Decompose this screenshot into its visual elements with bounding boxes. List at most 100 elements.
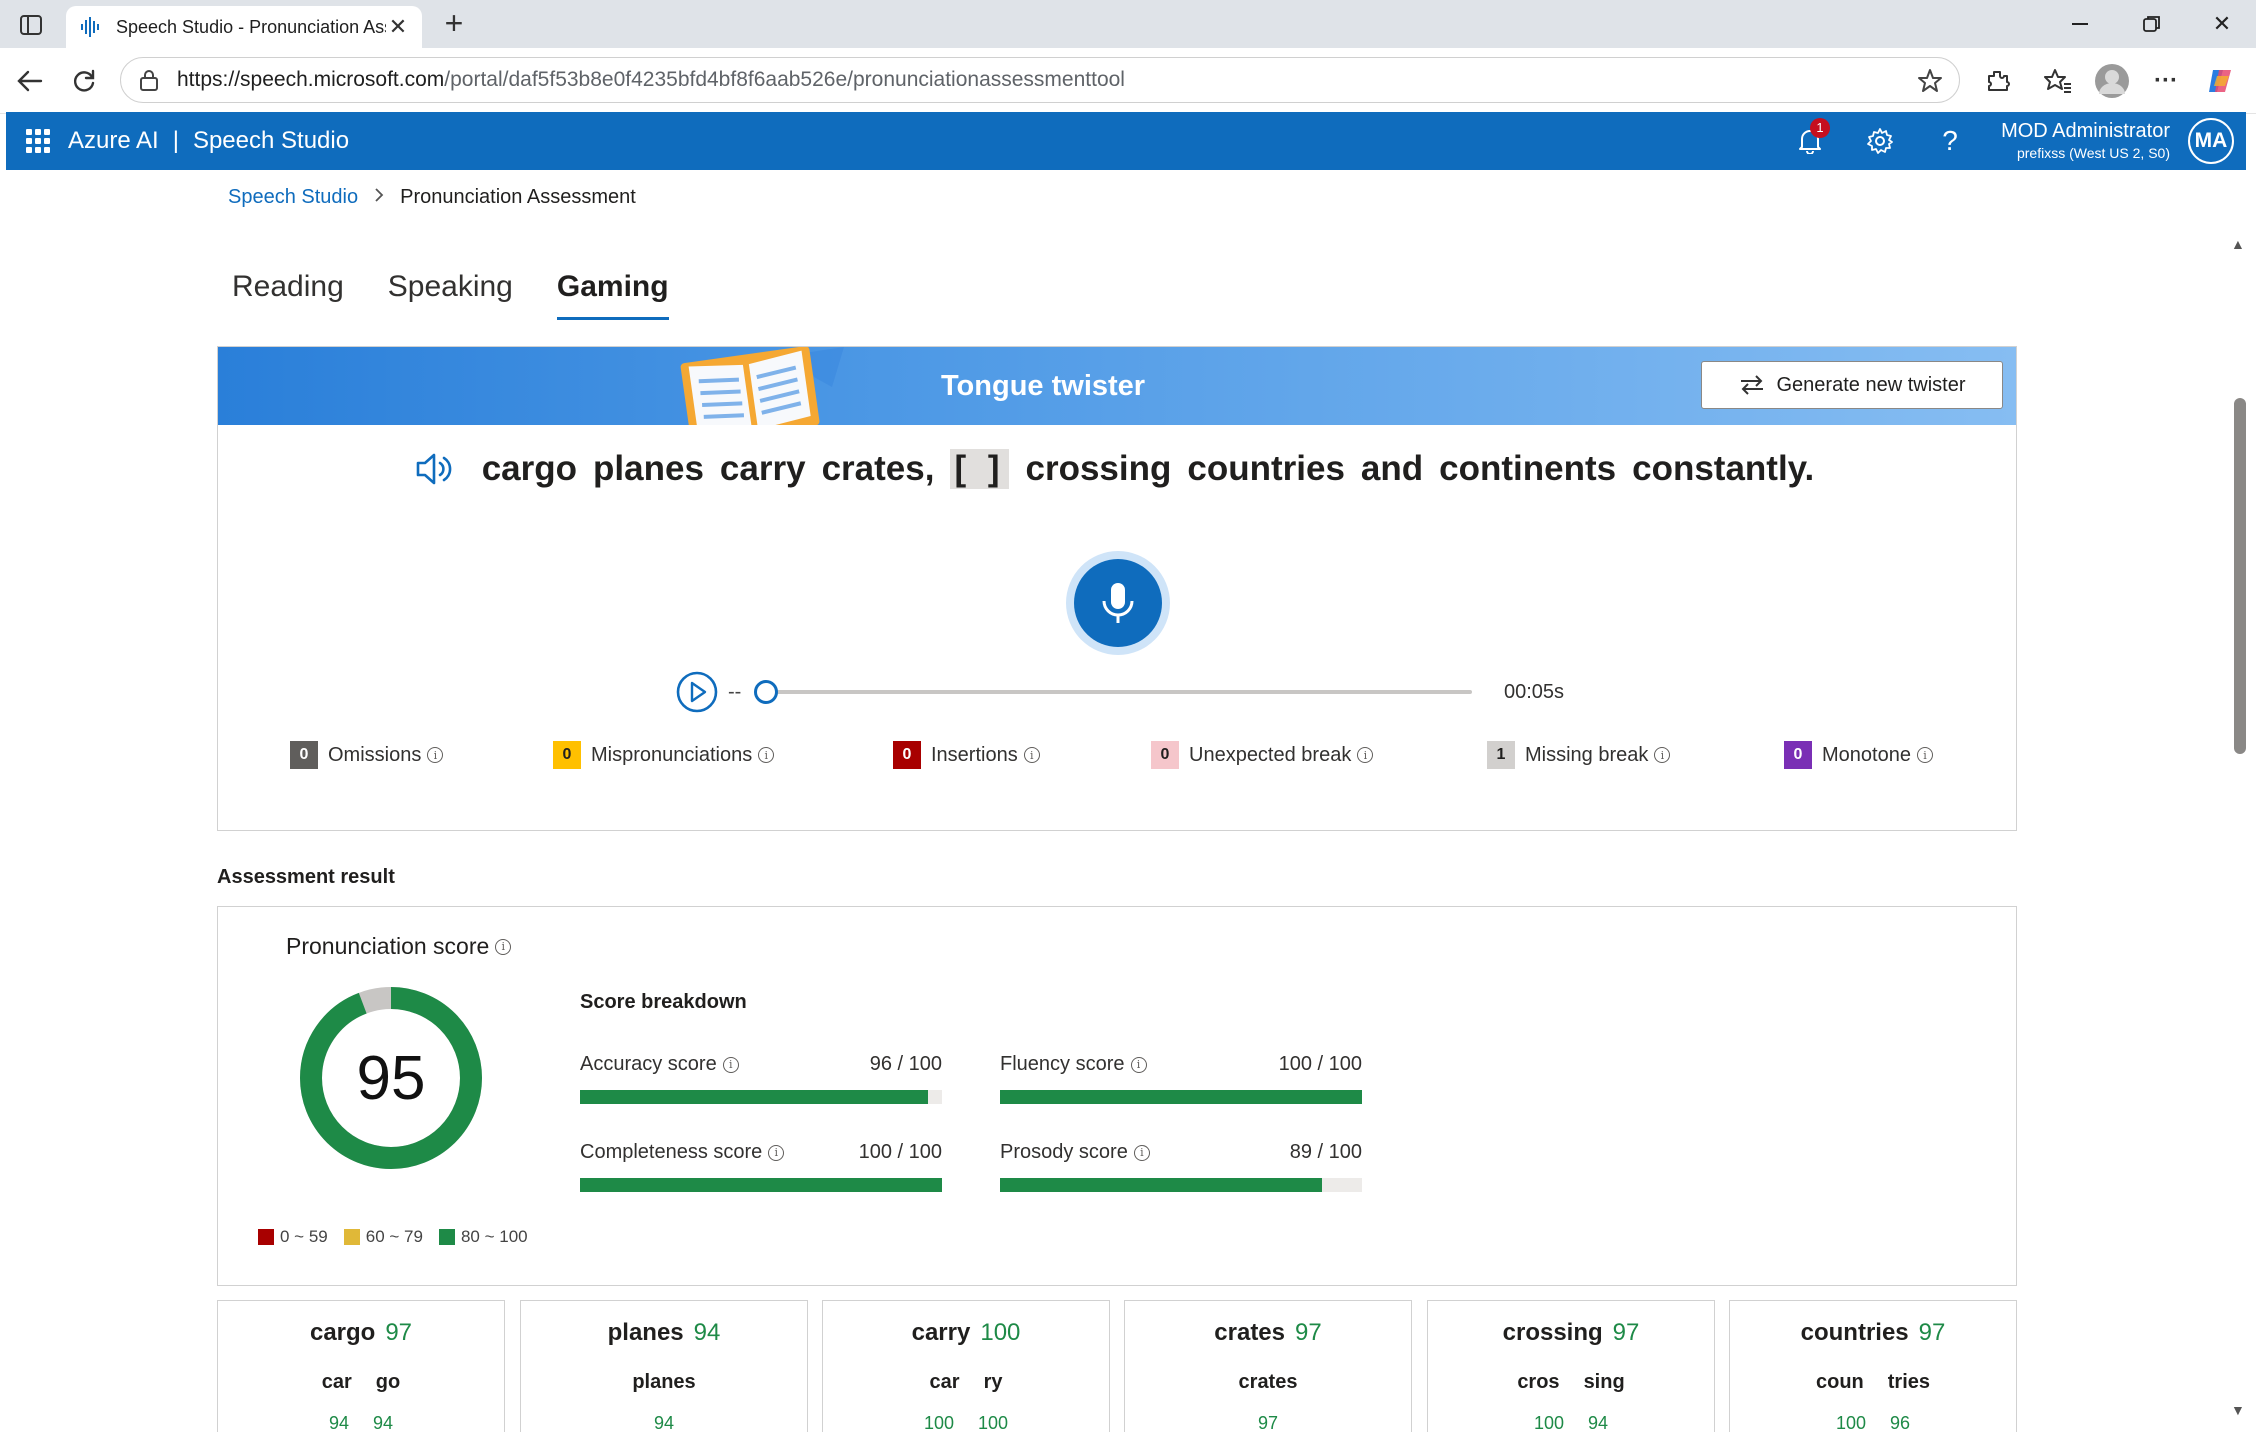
fluency-score: Fluency score i 100 / 100 [1000,1053,1362,1104]
breadcrumb-speech-studio-link[interactable]: Speech Studio [228,186,358,209]
twister-word: crates, [821,449,935,488]
word-result-card[interactable]: planes 94 planes 94 [520,1300,808,1432]
brand-azure-ai: Azure AI [68,127,159,154]
user-info[interactable]: MOD Administrator prefixss (West US 2, S… [2001,118,2170,162]
syllables: car ry [823,1371,1109,1394]
score-bar [580,1178,942,1192]
word-result-card[interactable]: carry 100 car ry 100 100 [822,1300,1110,1432]
page-scrollbar-thumb[interactable] [2234,398,2246,754]
score-bar [580,1090,942,1104]
tab-speaking[interactable]: Speaking [374,264,527,310]
new-tab-button[interactable]: + [436,6,472,42]
elapsed-time: -- [728,681,742,703]
info-icon[interactable]: i [1357,747,1374,763]
speaker-play-icon[interactable] [412,447,456,491]
favorites-icon[interactable] [2038,61,2078,101]
syllable: tries [1887,1371,1931,1393]
info-icon[interactable]: i [758,747,775,763]
syllable-score: 94 [373,1413,394,1432]
refresh-icon[interactable] [64,61,104,101]
error-count-badge: 0 [893,741,921,769]
back-arrow-icon[interactable] [10,61,50,101]
word-text: carry [911,1319,971,1346]
extensions-icon[interactable] [1978,61,2018,101]
tab-gaming[interactable]: Gaming [543,264,683,320]
chevron-right-icon [374,187,384,208]
tongue-twister-title: Tongue twister [941,369,1146,402]
info-icon[interactable]: i [768,1144,785,1161]
browser-tab[interactable]: Speech Studio - Pronunciation Assessment… [66,6,422,48]
word-result-card[interactable]: crates 97 crates 97 [1124,1300,1412,1432]
word-score: 97 [385,1319,413,1346]
copilot-icon[interactable] [2200,61,2240,101]
settings-gear-icon[interactable] [1864,125,1896,157]
score-value: 100 / 100 [1278,1053,1362,1075]
error-mispronunciations: 0 Mispronunciations i [553,741,775,769]
restore-icon[interactable] [2118,0,2186,48]
word-result-card[interactable]: countries 97 coun tries 100 96 [1729,1300,2017,1432]
header-brand[interactable]: Azure AI | Speech Studio [68,112,349,170]
word-header: cargo 97 [218,1319,504,1347]
word-text: planes [607,1319,684,1346]
twister-sentence: cargo planes carry crates, [ ] crossing … [218,447,2016,491]
syllable-score: 100 [1835,1413,1866,1432]
info-icon[interactable]: i [1916,747,1933,763]
word-results: cargo 97 car go 94 94 planes 94 planes 94 carry 100… [217,1300,2017,1432]
twister-word: and [1360,449,1424,488]
book-illustration-icon [664,347,864,425]
record-microphone-button[interactable] [1066,551,1170,655]
twister-word: cargo [481,449,578,488]
syllable-score: 100 [978,1413,1009,1432]
score-bar-fill [1000,1090,1362,1104]
info-icon[interactable]: i [1023,747,1040,763]
more-options-icon[interactable]: ··· [2146,61,2186,101]
prosody-score: Prosody score i 89 / 100 [1000,1141,1362,1192]
syllables: crates [1125,1371,1411,1394]
minimize-icon[interactable] [2046,0,2114,48]
duration-time: 00:05s [1504,681,1565,703]
close-tab-icon[interactable]: ✕ [386,14,410,39]
error-count-badge: 0 [553,741,581,769]
user-avatar[interactable]: MA [2188,118,2234,164]
generate-new-twister-button[interactable]: Generate new twister [1701,361,2003,409]
playback-slider[interactable] [762,690,1472,694]
score-value: 100 / 100 [858,1141,942,1163]
favorite-star-icon[interactable] [1917,68,1943,94]
twister-word: constantly. [1632,449,1815,488]
profile-avatar-icon[interactable] [2092,61,2132,101]
scroll-down-arrow-icon[interactable]: ▼ [2231,1402,2245,1418]
play-icon[interactable] [676,671,718,713]
twister-word: planes [593,449,704,488]
twister-word: carry [719,449,806,488]
twister-word: countries [1187,449,1345,488]
info-icon[interactable]: i [427,747,444,763]
pronunciation-score-title: Pronunciation score i [286,933,512,960]
syllable-score: 94 [328,1413,349,1432]
word-result-card[interactable]: cargo 97 car go 94 94 [217,1300,505,1432]
tab-reading[interactable]: Reading [218,264,358,310]
score-bar-fill [580,1178,942,1192]
info-icon[interactable]: i [1133,1144,1150,1161]
tongue-twister-card: Tongue twister Generate new twister carg… [217,346,2017,831]
close-window-icon[interactable]: ✕ [2188,0,2256,48]
info-icon[interactable]: i [1130,1056,1147,1073]
info-icon[interactable]: i [495,938,512,955]
browser-toolbar: https://speech.microsoft.com/portal/daf5… [0,48,2256,114]
score-bar-fill [1000,1178,1323,1192]
syllables: planes [521,1371,807,1394]
sidebar-toggle-icon[interactable] [14,10,48,40]
audio-player: -- 00:05s [676,669,1564,715]
completeness-score: Completeness score i 100 / 100 [580,1141,942,1192]
speech-studio-favicon-icon [81,17,99,37]
syllable-scores: 100 100 [823,1413,1109,1432]
word-result-card[interactable]: crossing 97 cros sing 100 94 [1427,1300,1715,1432]
help-icon[interactable]: ? [1934,125,1966,157]
syllable-score: 100 [1533,1413,1564,1432]
address-bar[interactable]: https://speech.microsoft.com/portal/daf5… [120,57,1960,103]
info-icon[interactable]: i [1654,747,1671,763]
info-icon[interactable]: i [722,1056,739,1073]
site-info-icon[interactable] [139,68,163,92]
app-launcher-icon[interactable] [26,129,50,153]
scroll-up-arrow-icon[interactable]: ▲ [2231,236,2245,252]
playback-slider-thumb[interactable] [754,680,778,704]
